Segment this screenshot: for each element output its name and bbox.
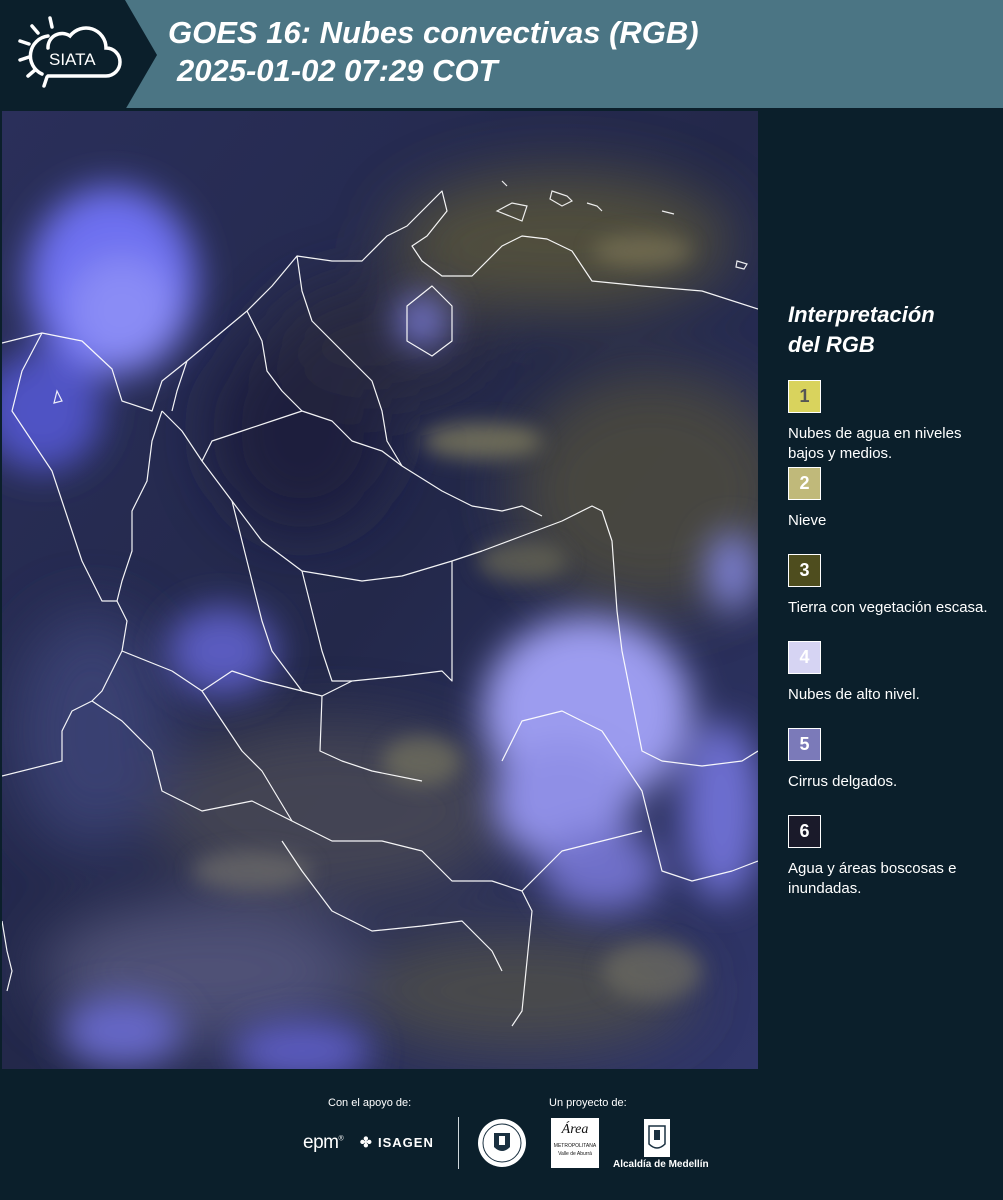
legend-label: Nubes de alto nivel. xyxy=(788,686,920,703)
legend-item: 5 Cirrus delgados. xyxy=(788,728,988,815)
area-logo-text: Área xyxy=(561,1122,589,1137)
legend-item: 6 Agua y áreas boscosas e inundadas. xyxy=(788,815,988,902)
header: SIATA GOES 16: Nubes convectivas (RGB) 2… xyxy=(0,0,1003,110)
legend-item: 3 Tierra con vegetación escasa. xyxy=(788,554,988,641)
legend-label: Agua y áreas boscosas e inundadas. xyxy=(788,860,957,897)
legend-title: Interpretación del RGB xyxy=(788,300,988,360)
legend-item: 4 Nubes de alto nivel. xyxy=(788,641,988,728)
siata-logo-text: SIATA xyxy=(49,50,96,69)
legend-title-line-1: Interpretación xyxy=(788,302,935,327)
legend-label: Cirrus delgados. xyxy=(788,773,898,790)
project-label: Un proyecto de: xyxy=(549,1097,627,1109)
medellin-seal xyxy=(478,1119,526,1167)
isagen-logo-text: ISAGEN xyxy=(378,1135,434,1150)
alcaldia-crest-icon xyxy=(644,1119,670,1157)
legend-swatch: 1 xyxy=(788,380,821,413)
legend-items: 1 Nubes de agua en niveles bajos y medio… xyxy=(788,380,988,902)
legend-swatch: 6 xyxy=(788,815,821,848)
title-line-1: GOES 16: Nubes convectivas (RGB) xyxy=(168,15,699,50)
legend-label: Nubes de agua en niveles bajos y medios. xyxy=(788,425,962,462)
legend-title-line-2: del RGB xyxy=(788,332,875,357)
title-line-2: 2025-01-02 07:29 COT xyxy=(177,53,498,88)
isagen-logo: ✤ ISAGEN xyxy=(360,1134,434,1151)
footer-separator xyxy=(458,1117,459,1169)
legend-item: 2 Nieve xyxy=(788,467,988,554)
legend-label: Tierra con vegetación escasa. xyxy=(788,599,988,616)
rgb-legend: Interpretación del RGB 1 Nubes de agua e… xyxy=(788,300,988,902)
legend-label: Nieve xyxy=(788,512,827,529)
epm-logo: epm® xyxy=(303,1132,344,1153)
footer: Con el apoyo de: Un proyecto de: epm® ✤ I… xyxy=(0,1070,1003,1200)
satellite-image xyxy=(2,111,758,1069)
siata-logo: SIATA xyxy=(18,16,122,88)
legend-swatch: 3 xyxy=(788,554,821,587)
legend-swatch: 2 xyxy=(788,467,821,500)
satellite-map xyxy=(2,111,758,1069)
alcaldia-label: Alcaldía de Medellín xyxy=(613,1159,709,1170)
page-title: GOES 16: Nubes convectivas (RGB) 2025-01… xyxy=(168,14,699,90)
legend-item: 1 Nubes de agua en niveles bajos y medio… xyxy=(788,380,988,467)
area-metropolitana-logo: Área METROPOLITANA Valle de Aburrá xyxy=(551,1118,599,1168)
isagen-icon: ✤ xyxy=(360,1134,373,1150)
area-logo-sub2: Valle de Aburrá xyxy=(558,1151,592,1157)
area-logo-sub1: METROPOLITANA xyxy=(553,1143,597,1149)
legend-swatch: 4 xyxy=(788,641,821,674)
epm-logo-text: epm xyxy=(303,1132,339,1153)
legend-swatch: 5 xyxy=(788,728,821,761)
support-label: Con el apoyo de: xyxy=(328,1097,412,1109)
